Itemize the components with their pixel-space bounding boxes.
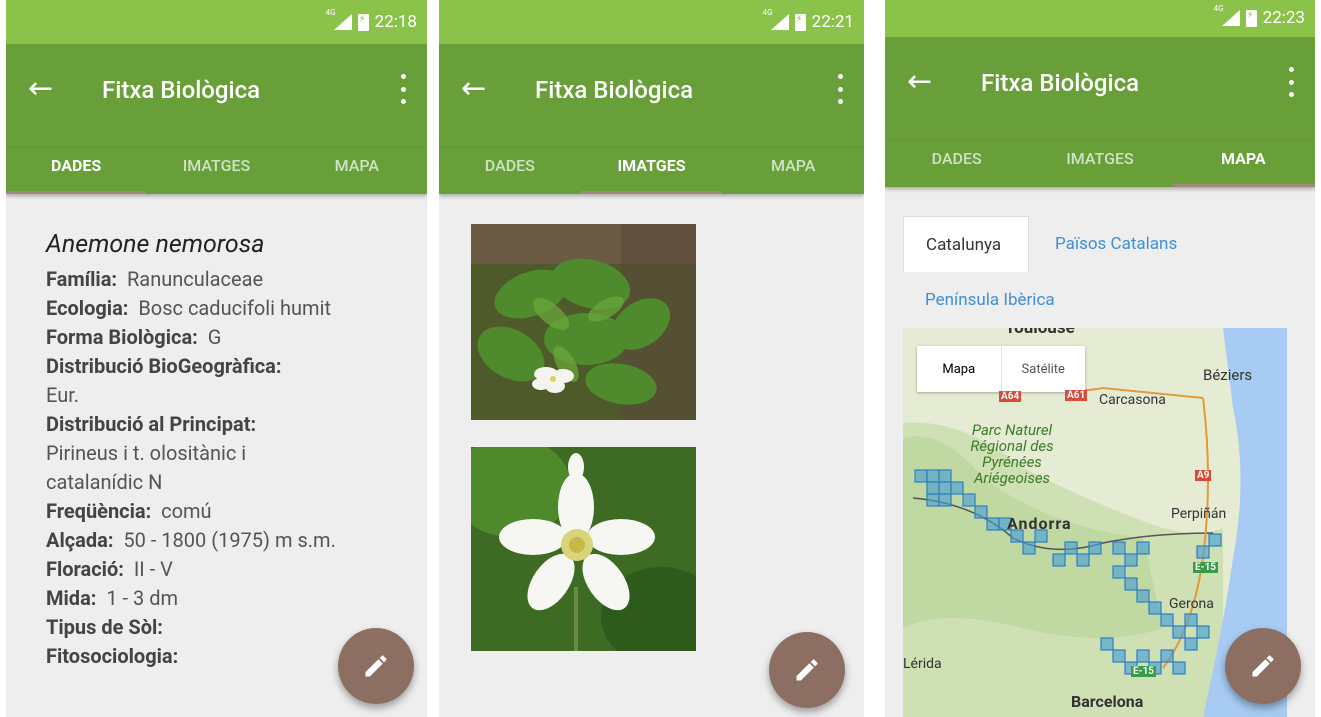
edit-fab-button[interactable] <box>338 628 414 704</box>
flower-photo-image <box>471 447 696 651</box>
signal-icon: 4G <box>763 8 789 30</box>
tab-dades[interactable]: DADES <box>6 148 147 194</box>
map-label-park: Parc Naturel Régional des Pyrénées Ariég… <box>970 421 1054 487</box>
more-vert-icon[interactable] <box>836 74 844 104</box>
field-frequencia: Freqüència: comú <box>46 499 212 523</box>
field-alcada: Alçada: 50 - 1800 (1975) m s.m. <box>46 528 336 552</box>
map-label-andorra: Andorra <box>1007 514 1072 533</box>
page-title: Fitxa Biològica <box>981 69 1140 97</box>
map-label-toulouse: Toulouse <box>1005 328 1075 338</box>
tab-imatges[interactable]: IMATGES <box>580 148 723 194</box>
map-label-a61: A61 <box>1065 390 1088 401</box>
status-bar: 4G 22:23 <box>885 0 1315 37</box>
status-bar: 4G 22:21 <box>439 0 864 44</box>
map-label-e15-south: E-15 <box>1131 666 1157 677</box>
back-arrow-icon[interactable]: ← <box>461 74 486 104</box>
map-label-barcelona: Barcelona <box>1071 692 1144 711</box>
tab-imatges[interactable]: IMATGES <box>146 148 286 194</box>
battery-icon <box>794 13 806 31</box>
species-photo-1[interactable] <box>471 224 696 420</box>
back-arrow-icon[interactable]: ← <box>28 74 53 104</box>
map-label-gerona: Gerona <box>1169 596 1214 612</box>
tab-bar: DADES IMATGES MAPA <box>885 141 1315 187</box>
leaves-photo-image <box>471 224 696 420</box>
back-arrow-icon[interactable]: ← <box>907 67 932 97</box>
edit-fab-button[interactable] <box>769 632 845 708</box>
map-tab-peninsula-iberica[interactable]: Península Ibèrica <box>925 290 1055 310</box>
battery-icon <box>1245 9 1257 27</box>
app-toolbar: ← Fitxa Biològica <box>885 37 1315 141</box>
edit-fab-button[interactable] <box>1225 628 1301 704</box>
signal-icon: 4G <box>1214 4 1240 26</box>
map-label-a9: A9 <box>1195 470 1212 481</box>
tab-dades[interactable]: DADES <box>885 141 1028 187</box>
status-time: 22:23 <box>1262 8 1305 28</box>
tab-bar: DADES IMATGES MAPA <box>439 148 864 194</box>
map-type-control: Mapa Satélite <box>917 346 1085 392</box>
field-distribucio-principat-value: Pirineus i t. olositànic i catalanídic N <box>46 441 247 494</box>
map-label-lerida: Lérida <box>903 656 942 672</box>
tab-dades[interactable]: DADES <box>439 148 581 194</box>
map-type-mapa[interactable]: Mapa <box>917 346 1002 392</box>
tab-mapa[interactable]: MAPA <box>722 148 864 194</box>
tab-mapa[interactable]: MAPA <box>287 148 427 194</box>
status-bar: 4G 22:18 <box>6 0 427 44</box>
field-mida: Mida: 1 - 3 dm <box>46 586 179 610</box>
field-familia: Família: Ranunculaceae <box>46 267 264 291</box>
species-photo-2[interactable] <box>471 447 696 651</box>
map-label-a64: A64 <box>999 391 1022 402</box>
map-label-perpinan: Perpiñán <box>1171 506 1227 522</box>
field-distribucio-bio-label: Distribució BioGeogràfica: <box>46 354 282 378</box>
screen-imatges: 4G 22:21 ← Fitxa Biològica DADES IMATGES… <box>439 0 864 717</box>
edit-pencil-icon <box>365 655 387 677</box>
screen-mapa: 4G 22:23 ← Fitxa Biològica DADES IMATGES… <box>885 0 1315 717</box>
field-floracio: Floració: II - V <box>46 557 173 581</box>
species-data: Anemone nemorosa Família: Ranunculaceae … <box>46 230 417 671</box>
tab-imatges[interactable]: IMATGES <box>1028 141 1171 187</box>
field-forma: Forma Biològica: G <box>46 325 222 349</box>
page-title: Fitxa Biològica <box>102 76 261 104</box>
map-tab-catalunya[interactable]: Catalunya <box>903 216 1029 272</box>
species-name: Anemone nemorosa <box>46 230 265 259</box>
edit-pencil-icon <box>1252 655 1274 677</box>
page-title: Fitxa Biològica <box>535 76 694 104</box>
tab-bar: DADES IMATGES MAPA <box>6 148 427 194</box>
battery-icon <box>357 13 369 31</box>
field-distribucio-bio-value: Eur. <box>46 383 80 407</box>
app-toolbar: ← Fitxa Biològica <box>6 44 427 148</box>
map-label-e15-north: E-15 <box>1193 562 1219 573</box>
map-tab-paisos-catalans[interactable]: Països Catalans <box>1055 234 1177 254</box>
status-time: 22:18 <box>374 12 417 32</box>
signal-icon: 4G <box>326 8 352 30</box>
field-ecologia: Ecologia: Bosc caducifoli humit <box>46 296 331 320</box>
app-toolbar: ← Fitxa Biològica <box>439 44 864 148</box>
edit-pencil-icon <box>796 659 818 681</box>
map-label-carcasona: Carcasona <box>1099 392 1166 408</box>
tab-mapa[interactable]: MAPA <box>1171 141 1315 187</box>
field-distribucio-principat-label: Distribució al Principat: <box>46 412 257 436</box>
screen-dades: 4G 22:18 ← Fitxa Biològica DADES IMATGES… <box>6 0 427 717</box>
map-label-beziers: Béziers <box>1203 366 1253 384</box>
status-time: 22:21 <box>811 12 854 32</box>
map-type-satelite[interactable]: Satélite <box>1002 346 1086 392</box>
more-vert-icon[interactable] <box>399 74 407 104</box>
more-vert-icon[interactable] <box>1287 67 1295 97</box>
